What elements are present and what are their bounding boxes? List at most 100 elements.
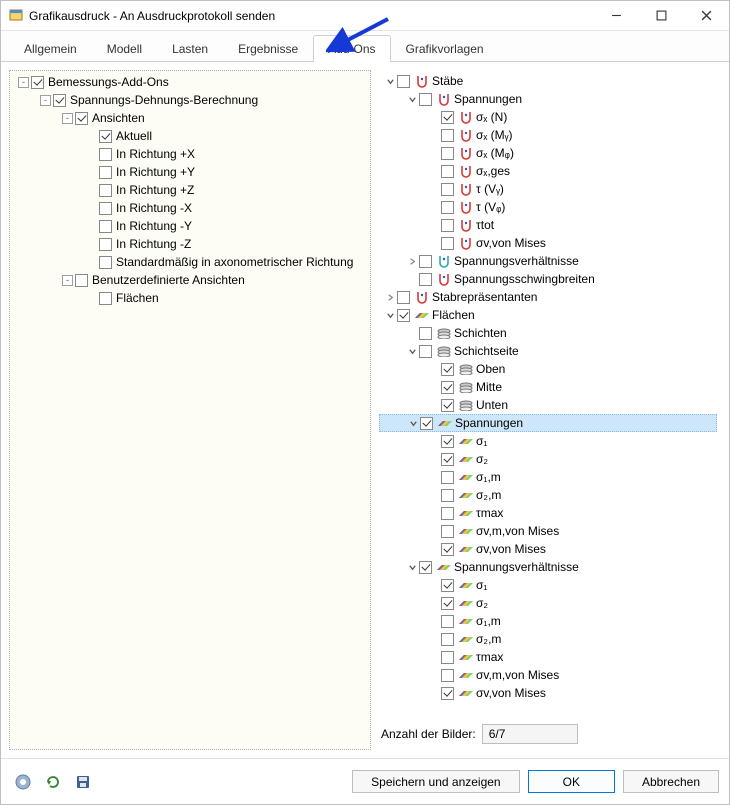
checkbox[interactable] xyxy=(99,238,112,251)
checkbox[interactable] xyxy=(441,399,454,412)
left-tree-item[interactable]: In Richtung +X xyxy=(10,145,370,163)
checkbox[interactable] xyxy=(441,165,454,178)
tab-allgemein[interactable]: Allgemein xyxy=(9,35,92,62)
ok-button[interactable]: OK xyxy=(528,770,615,793)
left-tree-item[interactable]: -Spannungs-Dehnungs-Berechnung xyxy=(10,91,370,109)
chevron-right-icon[interactable] xyxy=(405,254,419,268)
save-and-show-button[interactable]: Speichern und anzeigen xyxy=(352,770,519,793)
right-tree-item[interactable]: σₓ (Mᵧ) xyxy=(379,126,717,144)
left-tree-item[interactable]: -Bemessungs-Add-Ons xyxy=(10,73,370,91)
right-tree-item[interactable]: σₓ (N) xyxy=(379,108,717,126)
checkbox[interactable] xyxy=(441,597,454,610)
help-icon[interactable] xyxy=(11,770,35,794)
checkbox[interactable] xyxy=(53,94,66,107)
checkbox[interactable] xyxy=(420,417,433,430)
right-tree-item[interactable]: Schichten xyxy=(379,324,717,342)
left-tree-item[interactable]: Standardmäßig in axonometrischer Richtun… xyxy=(10,253,370,271)
checkbox[interactable] xyxy=(99,256,112,269)
checkbox[interactable] xyxy=(99,130,112,143)
right-tree-item[interactable]: τ (Vᵧ) xyxy=(379,180,717,198)
save-profile-icon[interactable] xyxy=(71,770,95,794)
chevron-down-icon[interactable] xyxy=(405,560,419,574)
checkbox[interactable] xyxy=(441,543,454,556)
right-tree-item[interactable]: τmax xyxy=(379,504,717,522)
left-tree-item[interactable]: Flächen xyxy=(10,289,370,307)
chevron-down-icon[interactable] xyxy=(405,92,419,106)
right-tree-item[interactable]: Unten xyxy=(379,396,717,414)
right-tree-item[interactable]: Spannungsverhältnisse xyxy=(379,252,717,270)
right-tree-item[interactable]: Spannungsschwingbreiten xyxy=(379,270,717,288)
close-button[interactable] xyxy=(684,1,729,30)
chevron-down-icon[interactable] xyxy=(405,344,419,358)
left-tree-item[interactable]: In Richtung -Z xyxy=(10,235,370,253)
left-tree-item[interactable]: In Richtung +Y xyxy=(10,163,370,181)
minimize-button[interactable] xyxy=(594,1,639,30)
right-tree-item[interactable]: σv,von Mises xyxy=(379,234,717,252)
right-tree-item[interactable]: Spannungen xyxy=(379,414,717,432)
checkbox[interactable] xyxy=(419,345,432,358)
checkbox[interactable] xyxy=(397,75,410,88)
tab-addons[interactable]: Add-Ons xyxy=(313,35,390,62)
checkbox[interactable] xyxy=(441,525,454,538)
checkbox[interactable] xyxy=(441,507,454,520)
right-tree-item[interactable]: Spannungsverhältnisse xyxy=(379,558,717,576)
chevron-right-icon[interactable] xyxy=(383,290,397,304)
checkbox[interactable] xyxy=(419,255,432,268)
right-tree-item[interactable]: σ₁ xyxy=(379,576,717,594)
left-tree-item[interactable]: In Richtung +Z xyxy=(10,181,370,199)
right-tree-item[interactable]: Stabrepräsentanten xyxy=(379,288,717,306)
right-tree-item[interactable]: σ₂,m xyxy=(379,486,717,504)
tab-modell[interactable]: Modell xyxy=(92,35,157,62)
checkbox[interactable] xyxy=(99,202,112,215)
checkbox[interactable] xyxy=(441,669,454,682)
chevron-down-icon[interactable] xyxy=(406,416,420,430)
right-tree-item[interactable]: σ₁ xyxy=(379,432,717,450)
checkbox[interactable] xyxy=(441,651,454,664)
left-tree-item[interactable]: In Richtung -Y xyxy=(10,217,370,235)
expand-toggle[interactable]: - xyxy=(40,95,51,106)
right-tree-item[interactable]: σₓ (Mᵩ) xyxy=(379,144,717,162)
checkbox[interactable] xyxy=(419,327,432,340)
refresh-icon[interactable] xyxy=(41,770,65,794)
right-tree-item[interactable]: σ₂ xyxy=(379,450,717,468)
left-tree[interactable]: -Bemessungs-Add-Ons-Spannungs-Dehnungs-B… xyxy=(9,70,371,750)
checkbox[interactable] xyxy=(99,166,112,179)
checkbox[interactable] xyxy=(441,489,454,502)
chevron-down-icon[interactable] xyxy=(383,74,397,88)
right-tree-item[interactable]: Oben xyxy=(379,360,717,378)
checkbox[interactable] xyxy=(441,633,454,646)
checkbox[interactable] xyxy=(441,129,454,142)
right-tree-item[interactable]: σv,m,von Mises xyxy=(379,522,717,540)
checkbox[interactable] xyxy=(441,147,454,160)
checkbox[interactable] xyxy=(441,219,454,232)
checkbox[interactable] xyxy=(441,201,454,214)
checkbox[interactable] xyxy=(441,381,454,394)
right-tree-item[interactable]: σv,von Mises xyxy=(379,684,717,702)
left-tree-item[interactable]: -Benutzerdefinierte Ansichten xyxy=(10,271,370,289)
checkbox[interactable] xyxy=(441,471,454,484)
checkbox[interactable] xyxy=(99,184,112,197)
right-tree-item[interactable]: Flächen xyxy=(379,306,717,324)
right-tree-item[interactable]: Spannungen xyxy=(379,90,717,108)
tab-ergebnisse[interactable]: Ergebnisse xyxy=(223,35,313,62)
checkbox[interactable] xyxy=(31,76,44,89)
checkbox[interactable] xyxy=(99,148,112,161)
checkbox[interactable] xyxy=(419,273,432,286)
left-tree-item[interactable]: -Ansichten xyxy=(10,109,370,127)
checkbox[interactable] xyxy=(441,237,454,250)
checkbox[interactable] xyxy=(441,615,454,628)
right-tree-item[interactable]: Schichtseite xyxy=(379,342,717,360)
right-tree-item[interactable]: σ₁,m xyxy=(379,612,717,630)
checkbox[interactable] xyxy=(397,309,410,322)
chevron-down-icon[interactable] xyxy=(383,308,397,322)
checkbox[interactable] xyxy=(419,561,432,574)
checkbox[interactable] xyxy=(441,111,454,124)
checkbox[interactable] xyxy=(419,93,432,106)
cancel-button[interactable]: Abbrechen xyxy=(623,770,719,793)
tab-lasten[interactable]: Lasten xyxy=(157,35,223,62)
checkbox[interactable] xyxy=(441,435,454,448)
right-tree[interactable]: StäbeSpannungenσₓ (N)σₓ (Mᵧ)σₓ (Mᵩ)σₓ,ge… xyxy=(379,72,717,718)
right-tree-item[interactable]: Mitte xyxy=(379,378,717,396)
right-tree-item[interactable]: τ (Vᵩ) xyxy=(379,198,717,216)
checkbox[interactable] xyxy=(397,291,410,304)
